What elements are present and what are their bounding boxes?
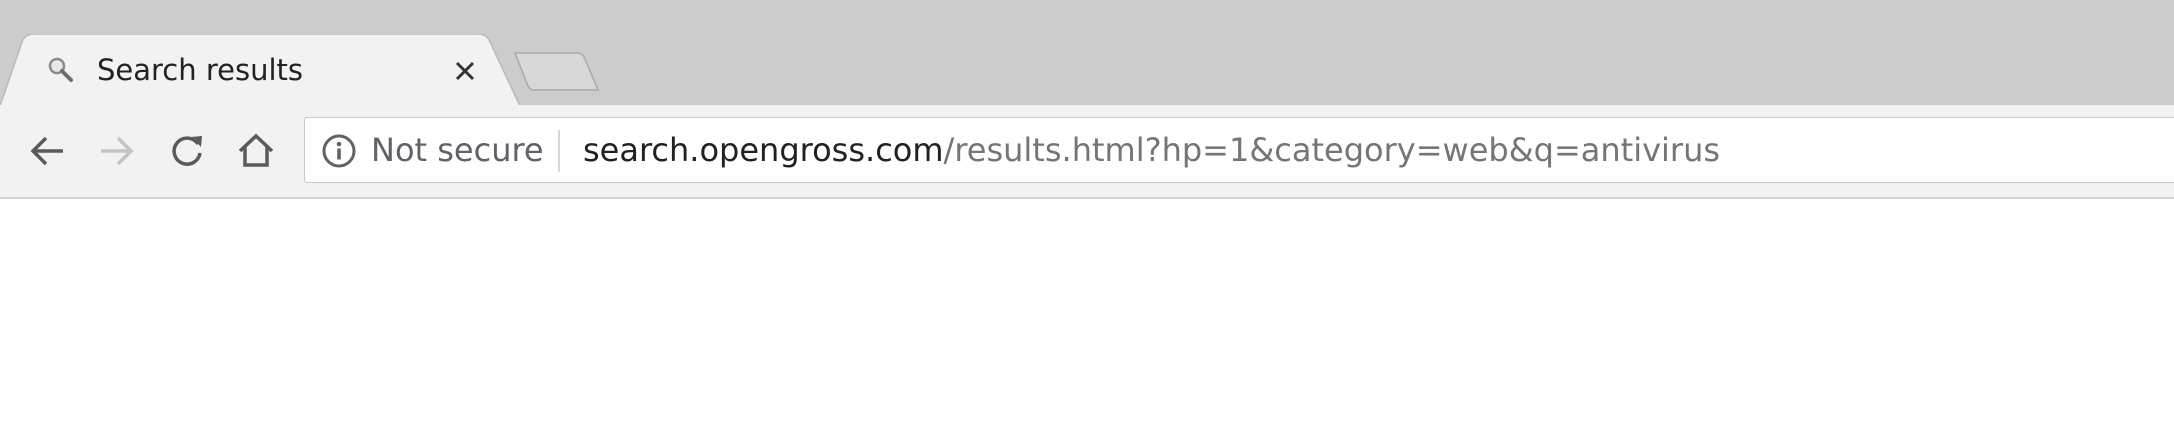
reload-button[interactable] [161, 125, 213, 177]
new-tab-button[interactable] [512, 50, 602, 94]
address-bar[interactable]: Not secure search.opengross.com/results.… [304, 117, 2174, 183]
url-text[interactable]: search.opengross.com/results.html?hp=1&c… [583, 128, 1720, 172]
omnibox-divider [558, 130, 560, 172]
info-icon[interactable] [321, 133, 357, 169]
close-icon[interactable] [448, 54, 482, 88]
arrow-left-icon [30, 136, 63, 166]
security-status-label[interactable]: Not secure [371, 128, 544, 172]
forward-button[interactable] [91, 125, 143, 177]
url-path: /results.html?hp=1&category=web&q=antivi… [943, 131, 1721, 169]
home-icon [238, 133, 274, 167]
tab-strip: Search results [0, 0, 2174, 106]
reload-icon [172, 136, 202, 166]
magnifier-icon [42, 52, 78, 88]
url-host: search.opengross.com [583, 131, 944, 169]
home-button[interactable] [230, 125, 282, 177]
tab-title: Search results [97, 53, 304, 87]
browser-window: Search results Not secure search.opengro… [0, 0, 2174, 429]
back-button[interactable] [21, 125, 73, 177]
arrow-right-icon [101, 136, 134, 166]
page-content [0, 199, 2174, 429]
toolbar: Not secure search.opengross.com/results.… [0, 105, 2174, 199]
